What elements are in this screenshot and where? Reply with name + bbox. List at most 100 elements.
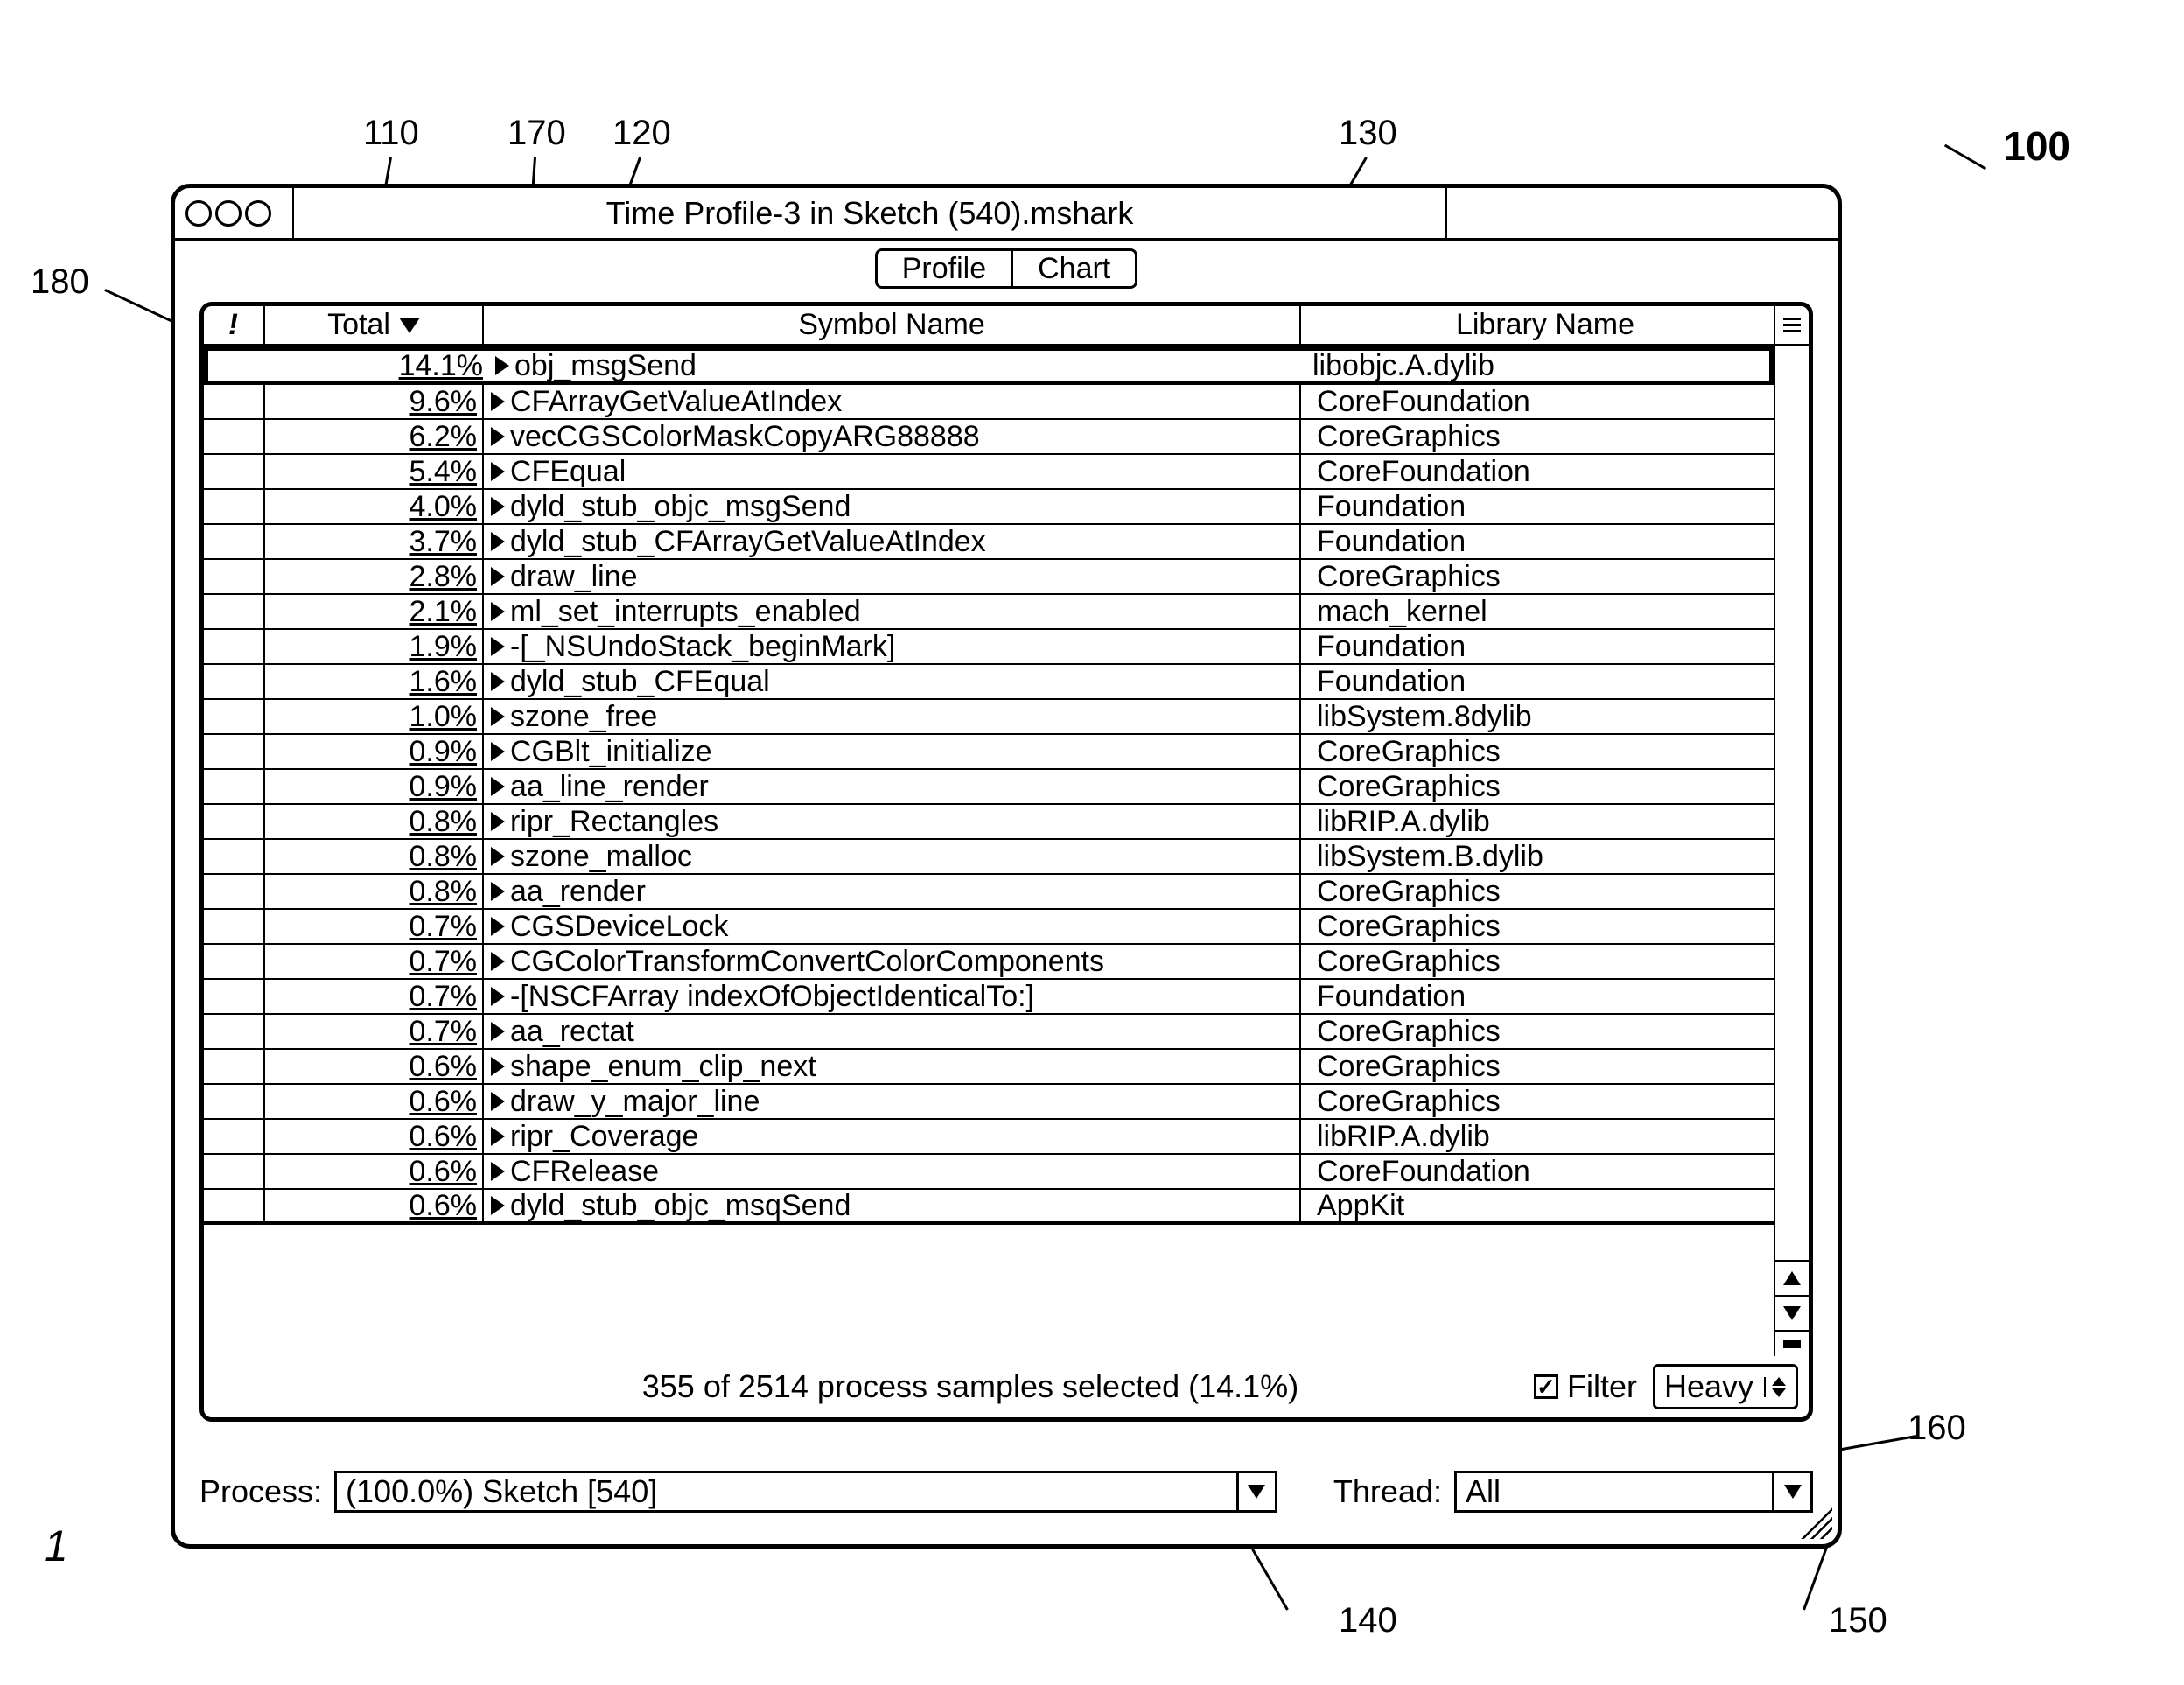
column-symbol[interactable]: Symbol Name <box>484 306 1301 344</box>
table-row[interactable]: 0.6%draw_y_major_lineCoreGraphics <box>204 1085 1774 1120</box>
disclosure-icon[interactable] <box>491 567 505 586</box>
zoom-icon[interactable] <box>245 200 271 227</box>
table-row[interactable]: 2.1%ml_set_interrupts_enabledmach_kernel <box>204 595 1774 630</box>
thread-select[interactable]: All <box>1454 1471 1813 1513</box>
table-row[interactable]: 0.7%CGSDeviceLockCoreGraphics <box>204 910 1774 945</box>
cell-alert <box>204 700 265 733</box>
status-bar: 355 of 2514 process samples selected (14… <box>204 1356 1809 1417</box>
table-row[interactable]: 1.6%dyld_stub_CFEqualFoundation <box>204 665 1774 700</box>
disclosure-icon[interactable] <box>491 392 505 411</box>
cell-library: CoreGraphics <box>1301 945 1774 978</box>
symbol-text: ripr_Rectangles <box>510 805 718 838</box>
cell-library: libSystem.8dylib <box>1301 700 1774 733</box>
table-row[interactable]: 3.7%dyld_stub_CFArrayGetValueAtIndexFoun… <box>204 525 1774 560</box>
callout-100: 100 <box>2003 122 2070 170</box>
table-row[interactable]: 0.6% CFReleaseCoreFoundation <box>204 1155 1774 1190</box>
filter-label: Filter <box>1567 1368 1637 1405</box>
disclosure-icon[interactable] <box>491 1057 505 1076</box>
cell-total: 3.7% <box>265 525 484 558</box>
symbol-text: aa_line_render <box>510 770 709 803</box>
disclosure-icon[interactable] <box>491 1127 505 1146</box>
table-row[interactable]: 0.9%CGBlt_initializeCoreGraphics <box>204 735 1774 770</box>
table-row[interactable]: 0.7%aa_rectatCoreGraphics <box>204 1015 1774 1050</box>
cell-total: 14.1% <box>270 351 488 381</box>
view-mode-select[interactable]: Heavy <box>1653 1364 1798 1409</box>
table-row[interactable]: 0.9%aa_line_renderCoreGraphics <box>204 770 1774 805</box>
results-panel: ! Total Symbol Name Library Name 14.1%ob… <box>200 302 1813 1422</box>
table-row[interactable]: 5.4%CFEqualCoreFoundation <box>204 455 1774 490</box>
disclosure-icon[interactable] <box>491 637 505 656</box>
table-row[interactable]: 6.2%vecCGSColorMaskCopyARG88888CoreGraph… <box>204 420 1774 455</box>
column-library[interactable]: Library Name <box>1301 306 1774 344</box>
table-row[interactable]: 0.7%CGColorTransformConvertColorComponen… <box>204 945 1774 980</box>
column-menu[interactable] <box>1774 306 1809 344</box>
cell-total: 0.7% <box>265 1015 484 1048</box>
disclosure-icon[interactable] <box>491 1162 505 1181</box>
table-row[interactable]: 0.8%ripr_RectangleslibRIP.A.dylib <box>204 805 1774 840</box>
scroll-down-button[interactable] <box>1775 1295 1809 1330</box>
table-row[interactable]: 1.9%-[_NSUndoStack_beginMark]Foundation <box>204 630 1774 665</box>
table-row[interactable]: 0.7% -[NSCFArray indexOfObjectIdenticalTo… <box>204 980 1774 1015</box>
process-select[interactable]: (100.0%) Sketch [540] <box>334 1471 1278 1513</box>
tab-chart[interactable]: Chart <box>1013 251 1135 286</box>
disclosure-icon[interactable] <box>491 987 505 1006</box>
minimize-icon[interactable] <box>215 200 242 227</box>
cell-total: 0.9% <box>265 770 484 803</box>
disclosure-icon[interactable] <box>491 777 505 796</box>
disclosure-icon[interactable] <box>491 672 505 691</box>
disclosure-icon[interactable] <box>491 952 505 971</box>
column-alert[interactable]: ! <box>204 306 265 344</box>
table-row[interactable]: 0.6%ripr_CoveragelibRIP.A.dylib <box>204 1120 1774 1155</box>
table-row[interactable]: 2.8%draw_lineCoreGraphics <box>204 560 1774 595</box>
disclosure-icon[interactable] <box>491 532 505 551</box>
cell-alert <box>204 560 265 593</box>
disclosure-icon[interactable] <box>491 497 505 516</box>
cell-total: 0.6% <box>265 1050 484 1083</box>
disclosure-icon[interactable] <box>491 707 505 726</box>
table-row[interactable]: 0.8%aa_renderCoreGraphics <box>204 875 1774 910</box>
dropdown-button[interactable] <box>1236 1473 1275 1510</box>
dropdown-button[interactable] <box>1772 1473 1810 1510</box>
disclosure-icon[interactable] <box>495 356 509 375</box>
symbol-text: -[NSCFArray indexOfObjectIdenticalTo:] <box>510 980 1034 1013</box>
traffic-lights[interactable] <box>186 200 271 227</box>
disclosure-icon[interactable] <box>491 427 505 446</box>
cell-total: 0.9% <box>265 735 484 768</box>
cell-symbol: CFArrayGetValueAtIndex <box>484 385 1301 418</box>
disclosure-icon[interactable] <box>491 1196 505 1215</box>
cell-library: CoreGraphics <box>1301 1085 1774 1118</box>
cell-symbol: ml_set_interrupts_enabled <box>484 595 1301 628</box>
vertical-scrollbar[interactable] <box>1774 346 1809 1356</box>
table-row[interactable]: 0.6%shape_enum_clip_nextCoreGraphics <box>204 1050 1774 1085</box>
symbol-text: CGBlt_initialize <box>510 735 712 768</box>
split-handle[interactable] <box>1775 1330 1809 1356</box>
disclosure-icon[interactable] <box>491 882 505 901</box>
cell-total: 0.6% <box>265 1190 484 1221</box>
resize-grip[interactable] <box>1801 1507 1832 1539</box>
disclosure-icon[interactable] <box>491 1022 505 1041</box>
disclosure-icon[interactable] <box>491 742 505 761</box>
table-row[interactable]: 1.0%szone_freelibSystem.8dylib <box>204 700 1774 735</box>
disclosure-icon[interactable] <box>491 812 505 831</box>
cell-symbol: vecCGSColorMaskCopyARG88888 <box>484 420 1301 453</box>
tab-profile[interactable]: Profile <box>878 251 1013 286</box>
column-total[interactable]: Total <box>265 306 484 344</box>
cell-library: libRIP.A.dylib <box>1301 1120 1774 1153</box>
disclosure-icon[interactable] <box>491 602 505 621</box>
table-row[interactable]: 0.6%dyld_stub_objc_msqSendAppKit <box>204 1190 1774 1225</box>
table-row[interactable]: 14.1%obj_msgSendlibobjc.A.dylib <box>204 346 1774 385</box>
disclosure-icon[interactable] <box>491 847 505 866</box>
cell-total: 0.7% <box>265 980 484 1013</box>
table-row[interactable]: 0.8%szone_malloclibSystem.B.dylib <box>204 840 1774 875</box>
filter-checkbox[interactable]: ✓ <box>1534 1374 1558 1399</box>
table-row[interactable]: 9.6%CFArrayGetValueAtIndexCoreFoundation <box>204 385 1774 420</box>
disclosure-icon[interactable] <box>491 462 505 481</box>
scroll-thumb[interactable] <box>1775 346 1809 1260</box>
cell-alert <box>204 910 265 943</box>
disclosure-icon[interactable] <box>491 917 505 936</box>
cell-library: Foundation <box>1301 980 1774 1013</box>
disclosure-icon[interactable] <box>491 1092 505 1111</box>
scroll-up-button[interactable] <box>1775 1260 1809 1295</box>
close-icon[interactable] <box>186 200 212 227</box>
table-row[interactable]: 4.0%dyld_stub_objc_msgSendFoundation <box>204 490 1774 525</box>
